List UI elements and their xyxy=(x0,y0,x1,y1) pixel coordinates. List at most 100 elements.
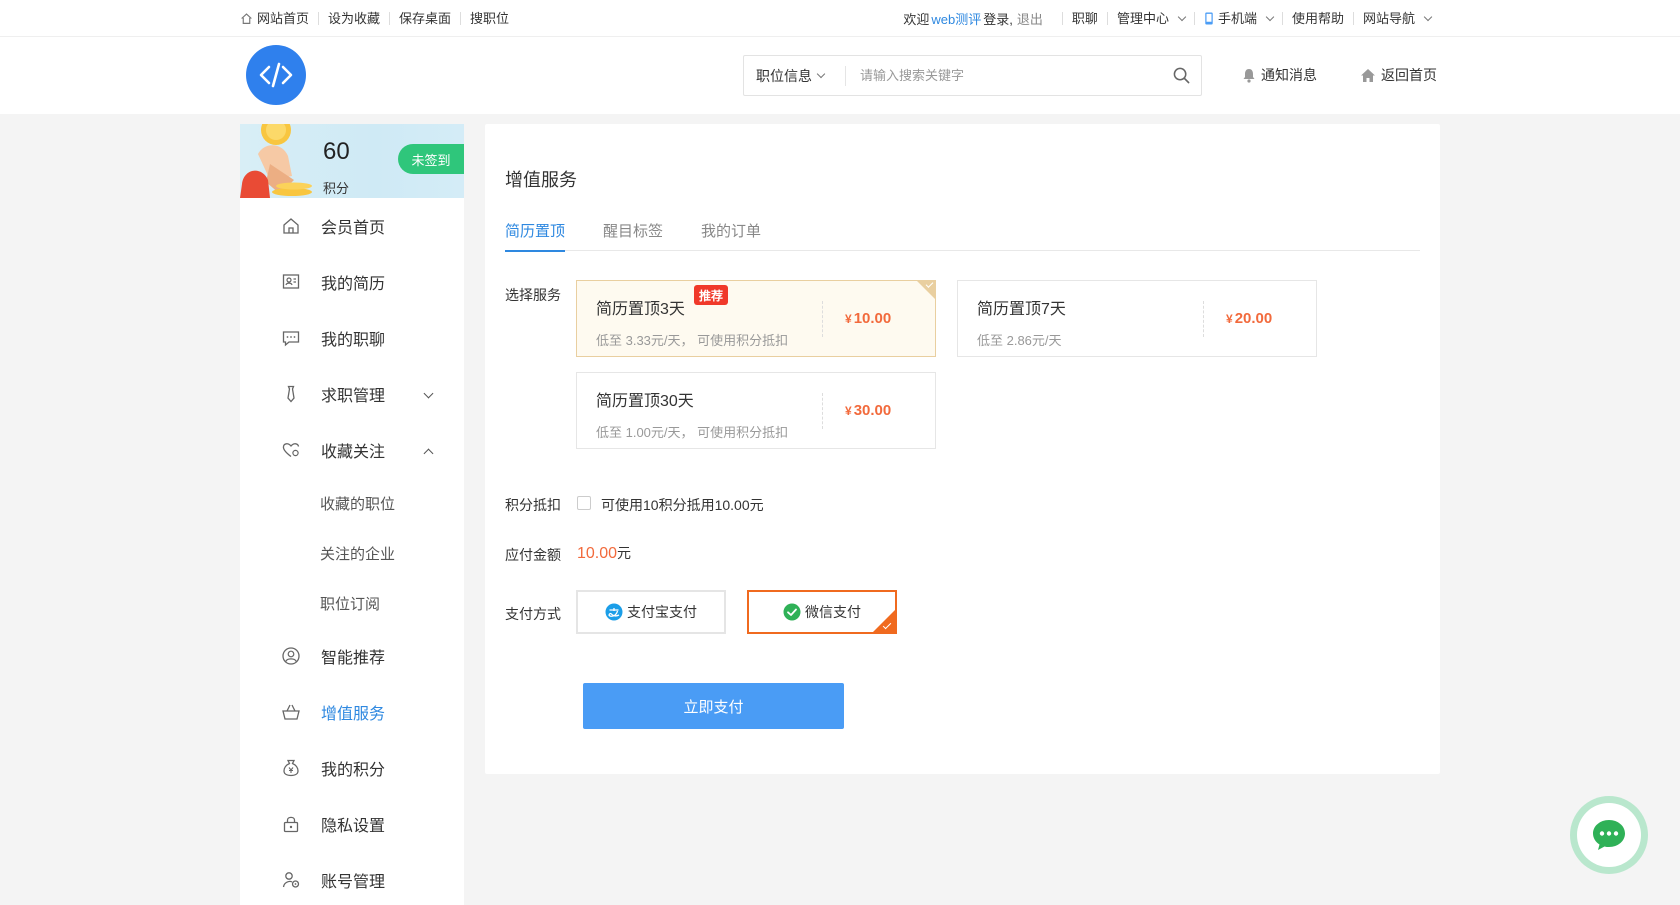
chat-bubble-icon xyxy=(1593,820,1625,850)
manage-center-menu[interactable]: 管理中心 xyxy=(1108,12,1195,25)
sidebar-subitem-fav-jobs[interactable]: 收藏的职位 xyxy=(240,478,464,528)
help-link[interactable]: 使用帮助 xyxy=(1283,12,1354,25)
search-type-select[interactable]: 职位信息 xyxy=(744,65,846,86)
header: 职位信息 通知消息 返回首页 xyxy=(0,37,1680,114)
save-desktop-link[interactable]: 保存桌面 xyxy=(390,12,462,25)
amount-label: 应付金额 xyxy=(505,547,561,563)
divider xyxy=(1203,301,1204,337)
amount-due: 10.00元 xyxy=(577,545,632,562)
site-home-link[interactable]: 网站首页 xyxy=(240,12,320,25)
job-chat-link[interactable]: 职聊 xyxy=(1061,12,1108,25)
logout-link[interactable]: 退出 xyxy=(1017,9,1043,28)
top-bar: 网站首页 设为收藏 保存桌面 搜职位 欢迎 web测评 登录, 退出 职聊 管理… xyxy=(0,0,1680,37)
service-name: 简历置顶3天 xyxy=(596,301,685,318)
heart-icon xyxy=(280,439,302,461)
welcome-text: 欢迎 web测评 登录, 退出 xyxy=(903,9,1052,28)
top-bar-left: 网站首页 设为收藏 保存桌面 搜职位 xyxy=(240,0,518,37)
code-icon xyxy=(259,62,293,88)
money-bag-icon xyxy=(280,757,302,779)
search-input[interactable] xyxy=(846,68,1161,83)
sidebar-item-favorites[interactable]: 收藏关注 xyxy=(240,422,464,478)
service-desc: 低至 2.86元/天 xyxy=(977,333,1062,348)
sidebar-item-job-manage[interactable]: 求职管理 xyxy=(240,366,464,422)
site-name-link[interactable]: web测评 xyxy=(931,9,981,28)
search-icon xyxy=(1173,67,1189,84)
chevron-down-icon xyxy=(1265,12,1275,21)
house-icon xyxy=(1361,68,1375,82)
divider xyxy=(822,393,823,429)
basket-icon xyxy=(280,701,302,723)
top-bar-right: 欢迎 web测评 登录, 退出 职聊 管理中心 手机端 使用帮助 网站导航 xyxy=(903,0,1440,37)
service-card-30days[interactable]: 简历置顶30天 低至 1.00元/天， 可使用积分抵扣 ¥30.00 xyxy=(576,372,936,449)
alipay-icon xyxy=(605,603,623,621)
service-tabs: 简历置顶 醒目标签 我的订单 xyxy=(505,220,1420,252)
tab-my-orders[interactable]: 我的订单 xyxy=(701,220,761,251)
recommend-badge: 推荐 xyxy=(694,285,729,305)
sidebar-subitem-job-subscribe[interactable]: 职位订阅 xyxy=(240,578,464,628)
floating-chat-button[interactable] xyxy=(1570,796,1648,874)
user-circle-icon xyxy=(280,645,302,667)
points-card: 60 积分 未签到 xyxy=(240,124,464,198)
service-desc: 低至 1.00元/天， 可使用积分抵扣 xyxy=(596,425,789,440)
sidebar-item-privacy[interactable]: 隐私设置 xyxy=(240,796,464,852)
wechat-check-icon xyxy=(783,603,801,621)
chevron-down-icon xyxy=(1177,12,1187,21)
sign-in-button[interactable]: 未签到 xyxy=(398,144,464,174)
chevron-down-icon xyxy=(423,388,434,399)
home-icon xyxy=(280,215,302,237)
phone-icon xyxy=(1205,12,1213,25)
sidebar-item-account[interactable]: 账号管理 xyxy=(240,852,464,905)
site-nav-menu[interactable]: 网站导航 xyxy=(1354,12,1440,25)
service-price: ¥10.00 xyxy=(845,310,892,327)
add-favorite-link[interactable]: 设为收藏 xyxy=(319,12,391,25)
search-button[interactable] xyxy=(1161,56,1201,95)
sidebar-item-smart-recommend[interactable]: 智能推荐 xyxy=(240,628,464,684)
service-card-3days[interactable]: 简历置顶3天 推荐 低至 3.33元/天， 可使用积分抵扣 ¥10.00 xyxy=(576,280,936,357)
select-service-label: 选择服务 xyxy=(505,287,561,303)
chat-icon xyxy=(280,327,302,349)
search-jobs-link[interactable]: 搜职位 xyxy=(461,12,518,25)
wechat-pay-button[interactable]: 微信支付 xyxy=(747,590,897,634)
mobile-menu[interactable]: 手机端 xyxy=(1195,12,1283,25)
chevron-down-icon xyxy=(816,69,826,78)
service-desc: 低至 3.33元/天， 可使用积分抵扣 xyxy=(596,333,789,348)
sidebar-item-value-added[interactable]: 增值服务 xyxy=(240,684,464,740)
points-value: 60 xyxy=(323,138,350,165)
coins-hand-illustration xyxy=(240,124,312,198)
points-unit: 积分 xyxy=(323,181,350,196)
service-price: ¥20.00 xyxy=(1226,310,1273,327)
tab-highlight-tag[interactable]: 醒目标签 xyxy=(603,220,663,251)
service-price: ¥30.00 xyxy=(845,402,892,419)
chat-button-inner xyxy=(1577,803,1641,867)
chevron-down-icon xyxy=(1423,12,1433,21)
points-deduct-text: 可使用10积分抵用10.00元 xyxy=(601,497,764,513)
notify-link[interactable]: 通知消息 xyxy=(1242,65,1317,85)
sidebar: 60 积分 未签到 会员首页 我的简历 我的职聊 求职管理 收藏关注 收藏的职位… xyxy=(240,124,464,905)
tie-icon xyxy=(280,383,302,405)
main-panel: 增值服务 简历置顶 醒目标签 我的订单 选择服务 简历置顶3天 推荐 低至 3.… xyxy=(485,124,1440,774)
return-home-link[interactable]: 返回首页 xyxy=(1360,65,1437,85)
points-deduct-checkbox[interactable] xyxy=(577,496,591,510)
sidebar-item-my-points[interactable]: 我的积分 xyxy=(240,740,464,796)
resume-icon xyxy=(280,271,302,293)
site-logo[interactable] xyxy=(246,45,306,105)
amount-value: 10.00 xyxy=(577,545,618,562)
service-name: 简历置顶7天 xyxy=(977,301,1066,318)
search-box: 职位信息 xyxy=(743,55,1202,96)
account-gear-icon xyxy=(280,869,302,891)
divider xyxy=(822,301,823,337)
sidebar-item-member-home[interactable]: 会员首页 xyxy=(240,198,464,254)
page-title: 增值服务 xyxy=(505,170,577,190)
home-outline-icon xyxy=(241,13,252,24)
pay-now-button[interactable]: 立即支付 xyxy=(583,683,844,729)
sidebar-subitem-followed-companies[interactable]: 关注的企业 xyxy=(240,528,464,578)
sidebar-item-my-chat[interactable]: 我的职聊 xyxy=(240,310,464,366)
lock-icon xyxy=(280,813,302,835)
pay-method-label: 支付方式 xyxy=(505,606,561,622)
alipay-button[interactable]: 支付宝支付 xyxy=(576,590,726,634)
selected-corner xyxy=(873,610,895,632)
bell-icon xyxy=(1243,68,1255,83)
sidebar-item-my-resume[interactable]: 我的简历 xyxy=(240,254,464,310)
service-card-7days[interactable]: 简历置顶7天 低至 2.86元/天 ¥20.00 xyxy=(957,280,1317,357)
tab-resume-top[interactable]: 简历置顶 xyxy=(505,220,566,252)
